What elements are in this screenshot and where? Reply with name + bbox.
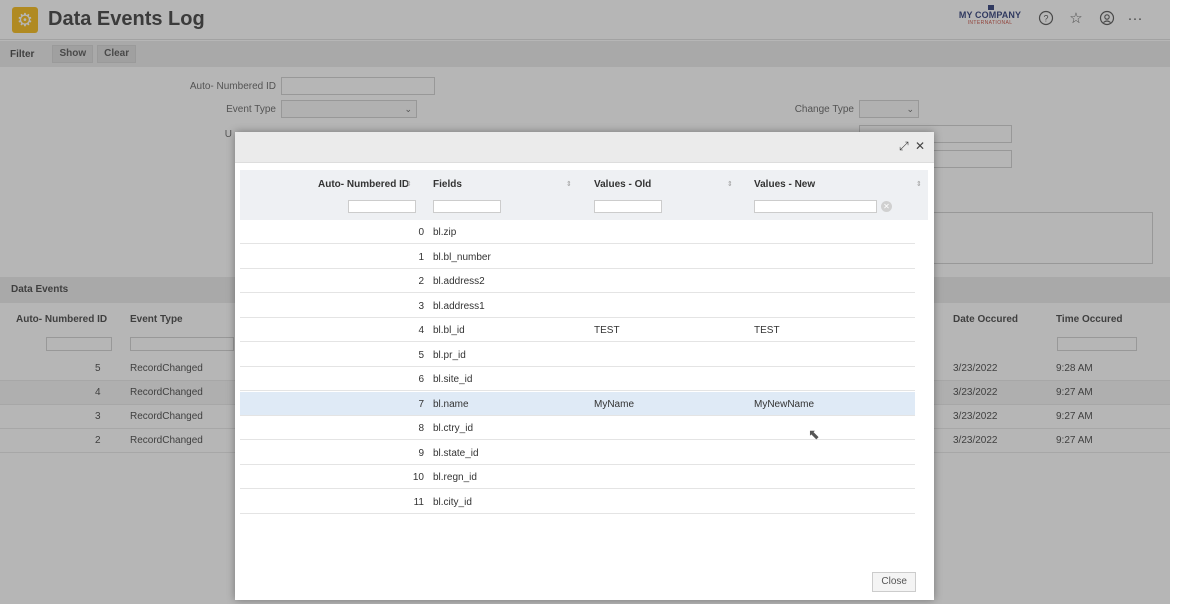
cell-id: 5: [418, 349, 424, 361]
cell-new: MyNewName: [754, 398, 815, 410]
cell-field: bl.zip: [433, 227, 457, 238]
cell-field: bl.bl_id: [433, 325, 465, 336]
cell-field: bl.name: [433, 398, 469, 410]
sort-icon[interactable]: ⇕: [406, 180, 412, 188]
table-row[interactable]: 3 bl.address1: [240, 294, 915, 318]
old-filter-input[interactable]: [594, 200, 662, 213]
cell-field: bl.address2: [433, 276, 485, 287]
table-row[interactable]: 4 bl.bl_id TEST TEST: [240, 318, 915, 342]
cell-field: bl.city_id: [433, 496, 472, 508]
auto-id-filter-input[interactable]: [348, 200, 416, 213]
cell-id: 9: [418, 447, 424, 459]
cell-id: 0: [418, 227, 424, 238]
sort-icon[interactable]: ⇕: [727, 180, 733, 188]
col-auto-id[interactable]: Auto- Numbered ID: [318, 179, 409, 190]
close-icon[interactable]: ✕: [915, 139, 925, 153]
cell-old: MyName: [594, 398, 635, 410]
table-row[interactable]: 5 bl.pr_id: [240, 343, 915, 367]
cell-field: bl.bl_number: [433, 251, 491, 263]
col-values-old[interactable]: Values - Old: [594, 179, 651, 190]
dialog-grid-header: Auto- Numbered ID ⇕ Fields ⇕ Values - Ol…: [240, 170, 928, 220]
table-row[interactable]: 2 bl.address2: [240, 269, 915, 293]
col-values-new[interactable]: Values - New: [754, 179, 815, 190]
table-row[interactable]: 11 bl.city_id: [240, 490, 915, 514]
cell-id: 4: [418, 325, 424, 336]
cell-id: 10: [412, 472, 424, 483]
sort-icon[interactable]: ⇕: [916, 180, 922, 188]
cell-id: 1: [418, 251, 424, 263]
cell-field: bl.regn_id: [433, 472, 477, 483]
table-row[interactable]: 0 bl.zip: [240, 220, 915, 244]
cell-id: 7: [418, 398, 424, 410]
cell-old: TEST: [594, 325, 620, 336]
dialog-header: ⤢ ✕: [235, 132, 934, 163]
cell-field: bl.site_id: [433, 374, 473, 385]
cell-field: bl.state_id: [433, 447, 479, 459]
mouse-cursor-icon: ⬉: [808, 426, 820, 442]
field-values-dialog: ⤢ ✕ Auto- Numbered ID ⇕ Fields ⇕ Values …: [235, 132, 934, 600]
cell-field: bl.pr_id: [433, 349, 466, 361]
sort-icon[interactable]: ⇕: [566, 180, 572, 188]
clear-filter-icon[interactable]: ✕: [881, 201, 892, 212]
cell-id: 3: [418, 300, 424, 312]
table-row[interactable]: 9 bl.state_id: [240, 441, 915, 465]
cell-id: 6: [418, 374, 424, 385]
table-row[interactable]: 10 bl.regn_id: [240, 465, 915, 489]
cell-field: bl.ctry_id: [433, 423, 474, 434]
cell-new: TEST: [754, 325, 780, 336]
table-row[interactable]: 1 bl.bl_number: [240, 245, 915, 269]
cell-id: 11: [413, 496, 424, 508]
cell-id: 2: [418, 276, 424, 287]
close-button[interactable]: Close: [872, 572, 916, 592]
table-row[interactable]: 7 bl.name MyName MyNewName: [240, 391, 915, 416]
col-fields[interactable]: Fields: [433, 179, 462, 190]
maximize-icon[interactable]: ⤢: [899, 139, 909, 154]
table-row[interactable]: 6 bl.site_id: [240, 367, 915, 391]
cell-field: bl.address1: [433, 300, 485, 312]
new-filter-input[interactable]: [754, 200, 877, 213]
cell-id: 8: [418, 423, 424, 434]
fields-filter-input[interactable]: [433, 200, 501, 213]
